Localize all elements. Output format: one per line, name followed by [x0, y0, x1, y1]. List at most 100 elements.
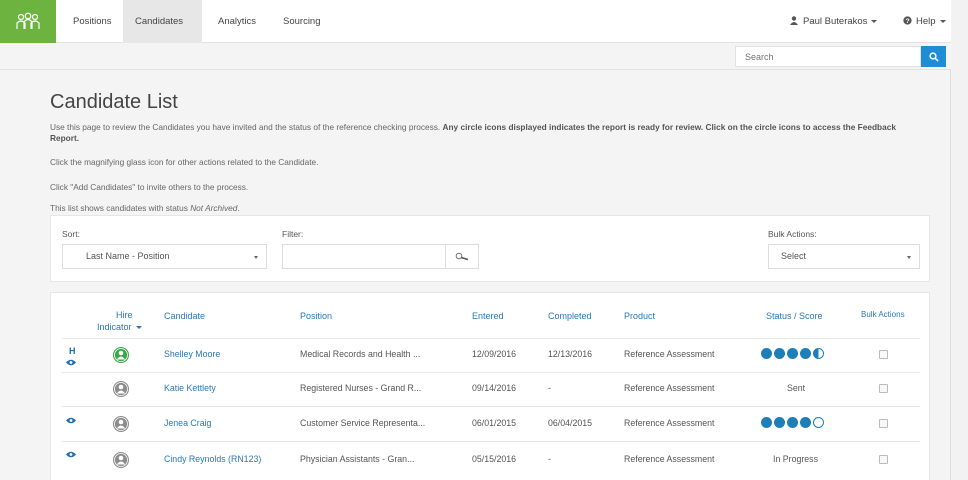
- position-cell: Registered Nurses - Grand R...: [300, 383, 422, 393]
- desc-add-candidates: Click "Add Candidates" to invite others …: [50, 182, 249, 192]
- help-menu[interactable]: ? Help: [903, 0, 946, 43]
- header-status-score[interactable]: Status / Score: [766, 311, 823, 321]
- row-divider: [62, 441, 920, 442]
- chevron-down-icon: [907, 256, 911, 259]
- score-full-circle: [774, 417, 785, 428]
- nav-analytics[interactable]: Analytics: [206, 0, 268, 43]
- status-cell: Sent: [787, 383, 806, 393]
- desc-magnifier: Click the magnifying glass icon for othe…: [50, 157, 319, 167]
- score-half-circle: [813, 348, 824, 359]
- header-completed[interactable]: Completed: [548, 311, 592, 321]
- candidate-link[interactable]: Katie Kettlety: [164, 383, 216, 393]
- nav-positions[interactable]: Positions: [61, 0, 124, 43]
- search-input[interactable]: [735, 46, 921, 67]
- chevron-down-icon: [135, 326, 142, 330]
- chevron-down-icon: [254, 256, 258, 259]
- completed-cell: 12/13/2016: [548, 349, 593, 359]
- hire-flag: H: [69, 346, 76, 356]
- row-divider: [62, 372, 920, 373]
- avatar: [113, 381, 129, 397]
- eye-icon[interactable]: [66, 451, 76, 458]
- eye-icon[interactable]: [66, 359, 76, 366]
- user-icon: [114, 348, 128, 362]
- score-circles[interactable]: [761, 417, 824, 428]
- page-title: Candidate List: [50, 91, 178, 113]
- chevron-down-icon: [939, 19, 946, 23]
- header-hire[interactable]: Hire: [116, 310, 133, 320]
- header-position[interactable]: Position: [300, 311, 332, 321]
- user-icon: [114, 382, 128, 396]
- nav-candidates-label: Candidates: [135, 16, 184, 27]
- row-divider: [62, 406, 920, 407]
- product-cell: Reference Assessment: [624, 349, 715, 359]
- score-circles[interactable]: [761, 348, 824, 359]
- bulk-actions-select[interactable]: Select: [768, 244, 920, 269]
- avatar: [113, 452, 129, 468]
- score-full-circle: [761, 417, 772, 428]
- chevron-down-icon: [871, 19, 878, 23]
- bulk-actions-value: Select: [781, 251, 807, 261]
- user-icon: [114, 417, 128, 431]
- eye-icon[interactable]: [66, 417, 76, 424]
- entered-cell: 12/09/2016: [472, 349, 517, 359]
- question-circle-icon: ?: [903, 16, 912, 25]
- sort-value: Last Name - Position: [86, 251, 170, 261]
- header-product[interactable]: Product: [624, 311, 655, 321]
- user-icon: [114, 453, 128, 467]
- product-cell: Reference Assessment: [624, 383, 715, 393]
- row-checkbox[interactable]: [879, 384, 888, 393]
- desc-status-value: Not Archived: [190, 203, 238, 213]
- score-full-circle: [774, 348, 785, 359]
- header-bulk-actions[interactable]: Bulk Actions: [861, 310, 905, 319]
- filter-label: Filter:: [282, 229, 304, 239]
- header-hire-indicator[interactable]: Indicator: [97, 322, 142, 332]
- score-full-circle: [761, 348, 772, 359]
- position-cell: Physician Assistants - Gran...: [300, 454, 415, 464]
- desc-status-filter: This list shows candidates with status N…: [50, 203, 920, 214]
- completed-cell: -: [548, 383, 551, 393]
- product-cell: Reference Assessment: [624, 418, 715, 428]
- filter-input[interactable]: [282, 244, 446, 269]
- score-empty-circle: [813, 417, 824, 428]
- entered-cell: 09/14/2016: [472, 383, 517, 393]
- candidate-link[interactable]: Cindy Reynolds (RN123): [164, 454, 261, 464]
- score-full-circle: [800, 348, 811, 359]
- row-checkbox[interactable]: [879, 455, 888, 464]
- completed-cell: 06/04/2015: [548, 418, 593, 428]
- header-candidate[interactable]: Candidate: [164, 311, 205, 321]
- app-logo[interactable]: [0, 0, 56, 43]
- nav-positions-label: Positions: [73, 16, 112, 27]
- sort-label: Sort:: [62, 229, 80, 239]
- header-entered[interactable]: Entered: [472, 311, 504, 321]
- header-divider: [62, 338, 920, 339]
- bulk-actions-label: Bulk Actions:: [768, 229, 817, 239]
- search-button[interactable]: [921, 46, 946, 67]
- entered-cell: 06/01/2015: [472, 418, 517, 428]
- magnifier-icon: [455, 252, 469, 261]
- product-cell: Reference Assessment: [624, 454, 715, 464]
- row-checkbox[interactable]: [879, 419, 888, 428]
- score-full-circle: [800, 417, 811, 428]
- row-checkbox[interactable]: [879, 350, 888, 359]
- nav-analytics-label: Analytics: [218, 16, 257, 27]
- entered-cell: 05/15/2016: [472, 454, 517, 464]
- svg-text:?: ?: [905, 18, 909, 25]
- completed-cell: -: [548, 454, 551, 464]
- avatar-hired: [113, 347, 129, 363]
- header-hire-indicator-label: Indicator: [97, 322, 132, 332]
- user-menu[interactable]: Paul Buterakos: [790, 0, 878, 43]
- nav-sourcing[interactable]: Sourcing: [271, 0, 333, 43]
- nav-candidates[interactable]: Candidates: [123, 0, 202, 66]
- user-icon: [790, 16, 798, 25]
- status-cell: In Progress: [773, 454, 818, 464]
- position-cell: Medical Records and Health ...: [300, 349, 421, 359]
- help-label: Help: [916, 16, 936, 27]
- candidate-link[interactable]: Jenea Craig: [164, 418, 211, 428]
- desc-status-end: .: [237, 203, 240, 213]
- filter-search-button[interactable]: [446, 244, 479, 269]
- nav-sourcing-label: Sourcing: [283, 16, 321, 27]
- desc-status-text: This list shows candidates with status: [50, 203, 191, 213]
- page-description: Use this page to review the Candidates y…: [50, 122, 920, 144]
- sort-select[interactable]: Last Name - Position: [62, 244, 267, 269]
- candidate-link[interactable]: Shelley Moore: [164, 349, 220, 359]
